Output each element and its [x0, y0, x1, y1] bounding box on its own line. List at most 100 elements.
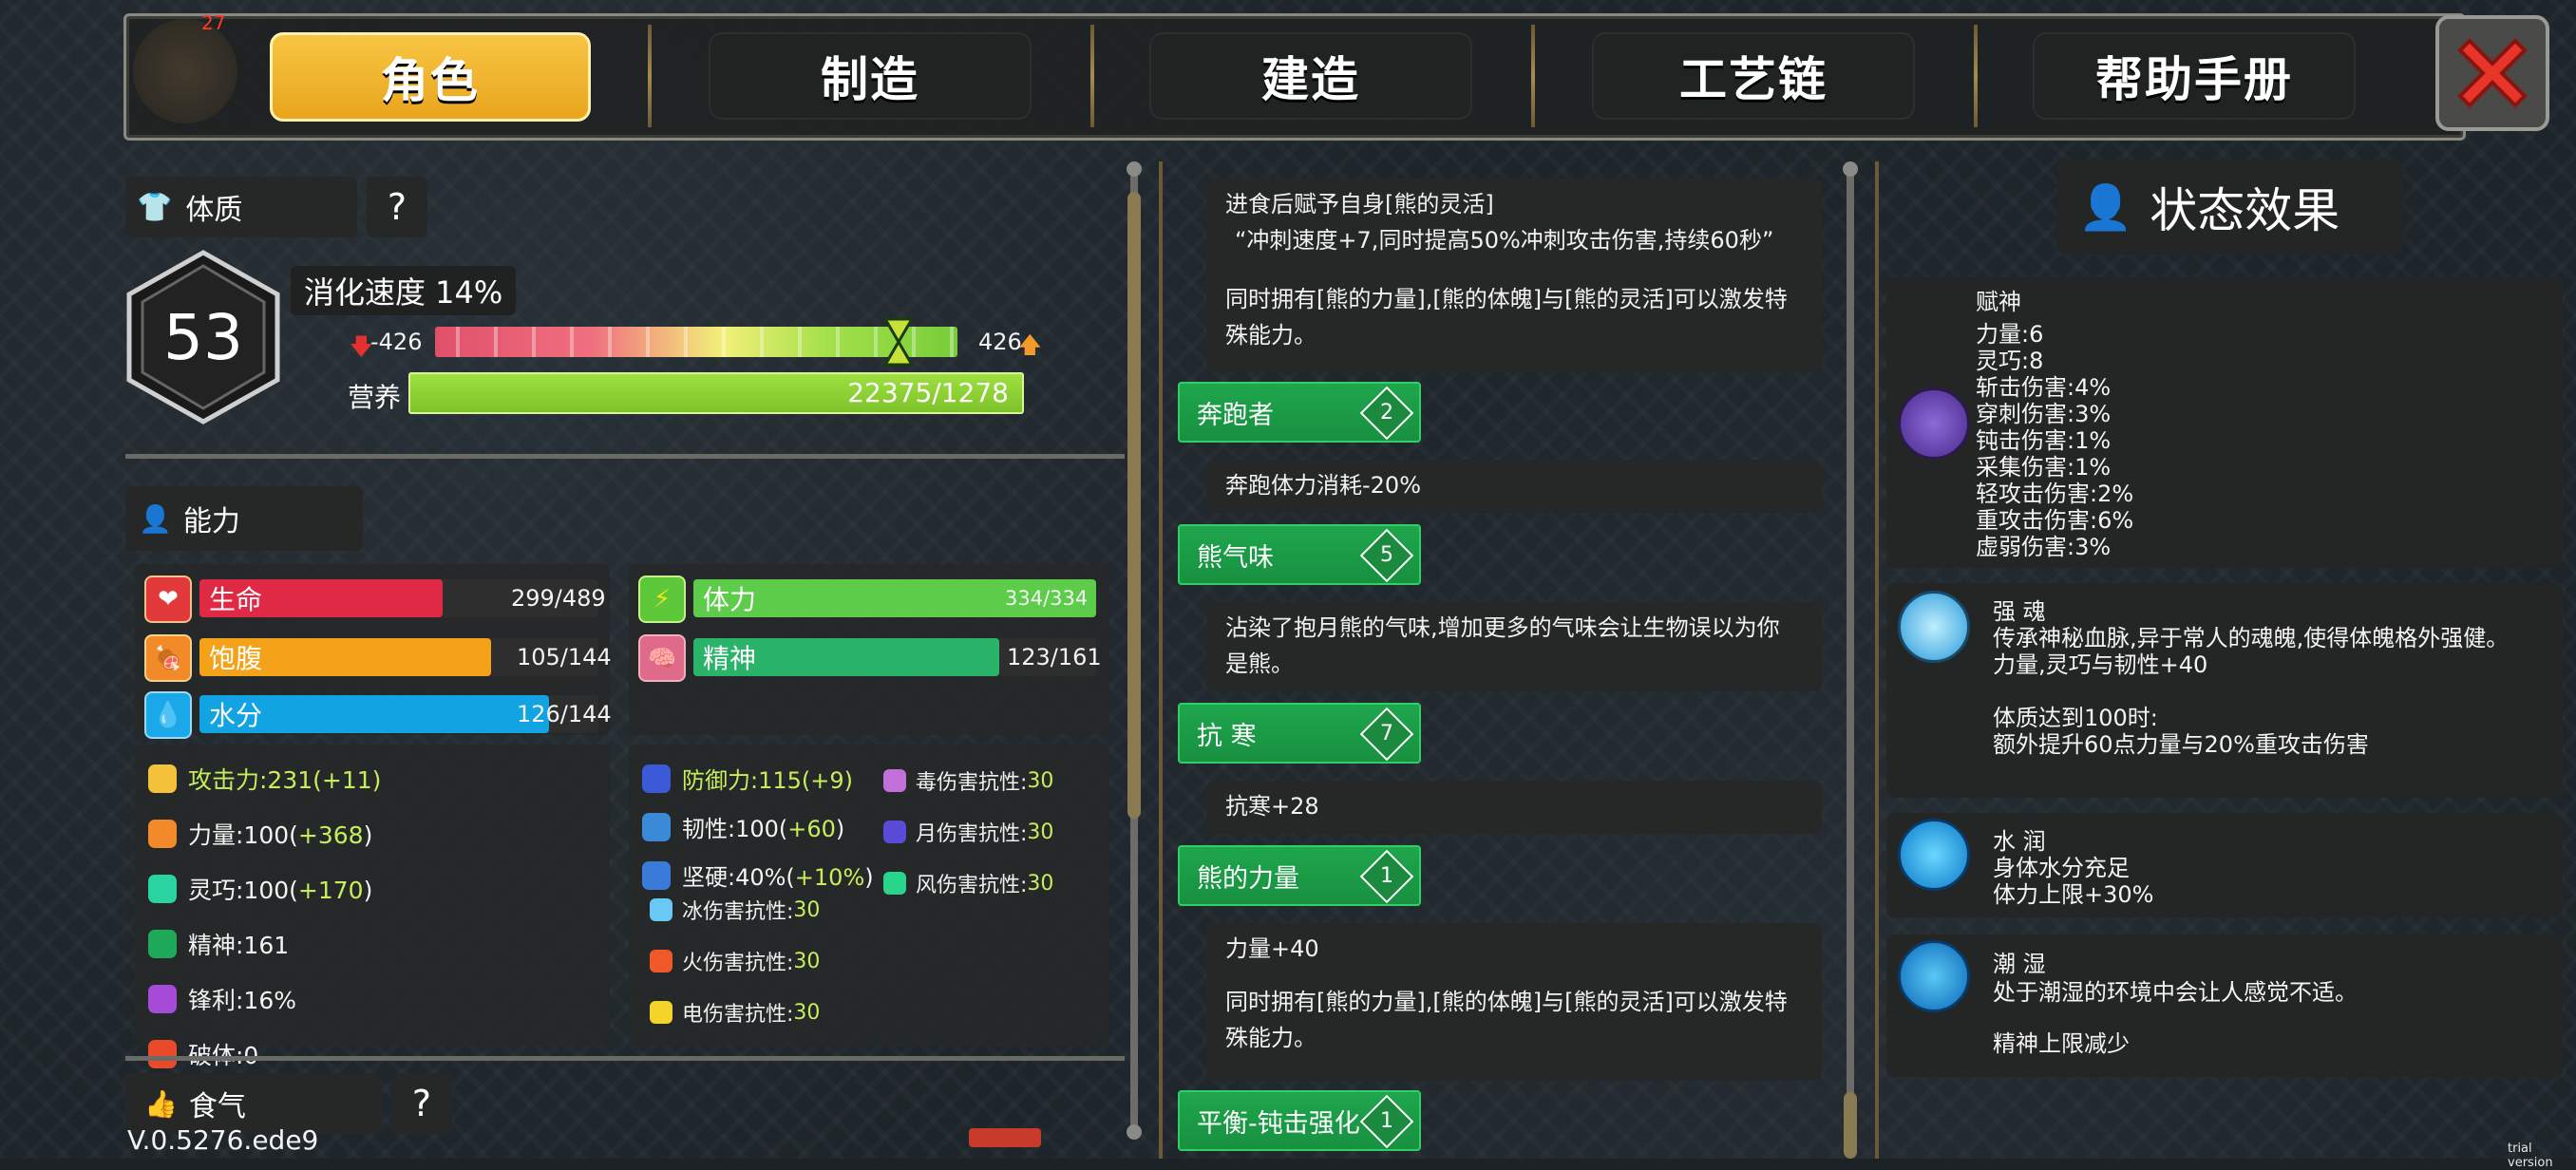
poison-icon [883, 769, 906, 792]
perk-description: 沾染了抱月熊的气味,增加更多的气味会让生物误以为你 是熊。 [1206, 602, 1822, 691]
effect-damp-text: 潮 湿 处于潮湿的环境中会让人感觉不适。 精神上限减少 [1993, 950, 2358, 1058]
moon-icon [883, 821, 906, 843]
middle-panel-scroll-thumb[interactable] [1844, 1092, 1857, 1159]
tab-help-manual[interactable]: 帮助手册 [2033, 32, 2356, 120]
stat-strength: 力量:100(+368) [148, 817, 381, 851]
perk-name: 熊的力量 [1197, 863, 1299, 894]
perk-name: 抗 寒 [1197, 721, 1257, 751]
effect-line: 重攻击伤害:6% [1976, 507, 2134, 534]
person-icon: 👤 [139, 502, 172, 535]
nutrition-label: 营养 [348, 382, 402, 413]
stat-hardness-label: 坚硬:40%( [682, 864, 795, 891]
dexterity-icon [148, 875, 177, 903]
effect-line: 钝击伤害:1% [1976, 427, 2112, 454]
status-effects-title: 状态效果 [2150, 183, 2340, 238]
perk-description-line: 力量+40 [1225, 935, 1319, 962]
fire-icon [650, 950, 672, 972]
stat-sharpness: 锋利:16% [148, 982, 381, 1016]
stat-hardness-bonus: +10% [794, 864, 865, 891]
effect-title: 水 润 [1993, 828, 2046, 855]
tab-crafting[interactable]: 制造 [709, 32, 1032, 120]
perk-description-line: 沾染了抱月熊的气味,增加更多的气味会让生物误以为你 [1225, 614, 1780, 641]
hp-bar-fill: 生命 [199, 579, 444, 617]
electric-icon [650, 1001, 672, 1024]
perk-level: 1 [1380, 1108, 1393, 1133]
perk-description-line: 同时拥有[熊的力量],[熊的体魄]与[熊的灵活]可以激发特 [1225, 989, 1788, 1015]
stat-dexterity-bonus: +170 [297, 877, 364, 904]
stat-defense: 防御力:115(+9) [642, 762, 874, 795]
spirit-value: 123/161 [1007, 644, 1102, 670]
strength-icon [148, 820, 177, 848]
brain-icon: 🧠 [638, 634, 686, 682]
left-panel-scroll-thumb[interactable] [1127, 192, 1141, 819]
digest-speed-label: 消化速度 14% [291, 266, 517, 315]
stat-attack: 攻击力:231(+11) [148, 762, 381, 796]
stat-attack-label: 攻击力:231(+11) [188, 766, 382, 794]
water-drop-icon: 💧 [144, 691, 192, 739]
resist-poison-label: 毒伤害抗性: [916, 771, 1028, 795]
spirit-bar-fill: 精神 [693, 638, 1000, 676]
trial-version-watermark: trial version [2508, 1142, 2553, 1170]
section-divider [125, 1056, 1125, 1061]
resist-fire-label: 火伤害抗性: [682, 952, 794, 975]
stat-strength-label: 力量:100( [188, 821, 298, 849]
person-icon: 👤 [2078, 180, 2133, 233]
resist-ice-label: 冰伤害抗性: [682, 900, 794, 924]
ability-title: 能力 [182, 505, 240, 538]
effect-line: 传承神秘血脉,异于常人的魂魄,使得体魄格外强健。 [1993, 625, 2510, 651]
thumbs-up-icon: 👍 [144, 1087, 178, 1120]
perk-description: 力量+40 同时拥有[熊的力量],[熊的体魄]与[熊的灵活]可以激发特 殊能力。 [1206, 923, 1822, 1081]
perk-runner[interactable]: 奔跑者 2 [1178, 382, 1421, 443]
satiety-label: 饱腹 [209, 643, 263, 674]
resist-moon: 月伤害抗性: 30 [883, 817, 1053, 847]
effect-line: 额外提升60点力量与20%重攻击伤害 [1993, 731, 2369, 758]
water-bar-fill: 水分 [199, 695, 549, 733]
water-drops-icon [1898, 940, 1970, 1012]
notification-badge: 27 [201, 11, 226, 34]
tab-building[interactable]: 建造 [1149, 32, 1472, 120]
effect-title: 强 魂 [1993, 598, 2046, 625]
perk-bear-scent[interactable]: 熊气味 5 [1178, 524, 1421, 585]
lightning-icon: ⚡ [638, 576, 686, 623]
tab-divider [1090, 25, 1094, 127]
stat-armor-break: 破体:0 [148, 1037, 381, 1071]
tab-character[interactable]: 角色 [270, 32, 591, 122]
perk-description-line [1225, 967, 1803, 984]
stamina-value: 334/334 [1005, 587, 1089, 610]
perk-description-line: 进食后赋予自身[熊的灵活] [1225, 191, 1494, 217]
perk-level: 5 [1380, 542, 1393, 567]
resist-list-special: 毒伤害抗性: 30 月伤害抗性: 30 风伤害抗性: 30 [883, 765, 1053, 898]
shield-icon [642, 860, 671, 890]
perk-cold-resistance[interactable]: 抗 寒 7 [1178, 703, 1421, 764]
resist-ice: 冰伤害抗性: 30 [650, 895, 820, 925]
attack-icon [148, 764, 177, 793]
constitution-help-button[interactable]: ? [367, 177, 427, 237]
middle-panel-scrollbar[interactable] [1847, 165, 1854, 1159]
stat-strength-bonus: +368 [297, 821, 364, 849]
resist-electric: 电伤害抗性: 30 [650, 997, 820, 1028]
stat-spirit-label: 精神:161 [188, 932, 290, 959]
scrollbar-cap [1127, 161, 1142, 177]
hp-label: 生命 [209, 584, 263, 615]
stat-toughness-close: ) [835, 816, 845, 842]
perk-description: 进食后赋予自身[熊的灵活] “冲刺速度+7,同时提高50%冲刺攻击伤害,持续60… [1206, 179, 1822, 372]
stat-dexterity-label: 灵巧:100( [188, 877, 298, 904]
food-qi-help-button[interactable]: ? [391, 1073, 452, 1134]
resist-wind-label: 风伤害抗性: [916, 874, 1028, 897]
perk-description-line: 是熊。 [1225, 651, 1294, 677]
perk-bear-strength[interactable]: 熊的力量 1 [1178, 845, 1421, 906]
resist-moon-value: 30 [1027, 820, 1054, 844]
perk-level: 1 [1380, 863, 1393, 888]
effect-line [1993, 1007, 2358, 1029]
resist-electric-label: 电伤害抗性: [682, 1003, 794, 1027]
effect-line: 体质达到100时: [1993, 705, 2158, 731]
water-value: 126/144 [517, 701, 612, 727]
perk-balance-blunt[interactable]: 平衡-钝击强化 1 [1178, 1090, 1421, 1151]
empower-icon [1898, 387, 1970, 460]
food-qi-title: 食气 [188, 1090, 246, 1123]
constitution-header: 👕 体质 [125, 177, 357, 237]
tab-process-chain[interactable]: 工艺链 [1592, 32, 1915, 120]
stat-toughness: 韧性:100(+60) [642, 810, 874, 843]
effect-strong-soul-text: 强 魂 传承神秘血脉,异于常人的魂魄,使得体魄格外强健。 力量,灵巧与韧性+40… [1993, 598, 2509, 758]
close-button[interactable] [2435, 15, 2549, 131]
